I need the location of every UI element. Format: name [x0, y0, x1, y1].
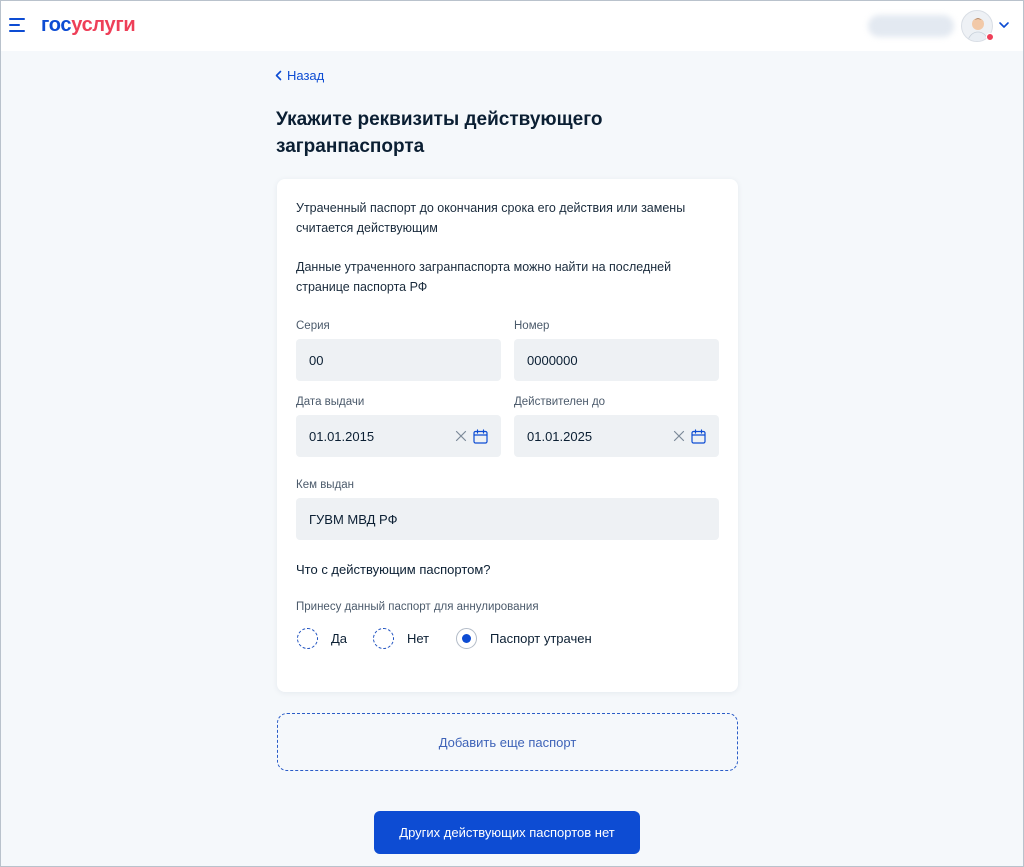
back-label: Назад: [287, 68, 325, 83]
radio-label: Паспорт утрачен: [490, 631, 592, 646]
radio-button[interactable]: [297, 628, 318, 649]
no-other-passports-button[interactable]: Других действующих паспортов нет: [374, 811, 640, 854]
number-input[interactable]: 0000000: [514, 339, 719, 381]
issued-by-label: Кем выдан: [296, 479, 355, 491]
chevron-down-icon[interactable]: [998, 20, 1010, 30]
back-link[interactable]: Назад: [275, 68, 324, 83]
series-label: Серия: [296, 320, 330, 332]
add-passport-button[interactable]: Добавить еще паспорт: [277, 713, 738, 771]
number-label: Номер: [514, 320, 550, 332]
page-title: Укажите реквизиты действующего загранпас…: [276, 109, 603, 157]
lost-passport-note: Утраченный паспорт до окончания срока ег…: [296, 201, 686, 235]
menu-icon[interactable]: [9, 18, 25, 32]
issued-by-input[interactable]: ГУВМ МВД РФ: [296, 498, 719, 540]
clear-icon[interactable]: [455, 430, 467, 442]
radio-label: Нет: [407, 631, 430, 646]
valid-until-label: Действителен до: [514, 396, 606, 408]
radio-option-lost[interactable]: Паспорт утрачен: [456, 628, 592, 649]
issue-date-value: 01.01.2015: [309, 428, 375, 444]
calendar-icon[interactable]: [691, 428, 706, 444]
radio-option-yes[interactable]: Да: [297, 628, 347, 649]
passport-data-hint: Данные утраченного загранпаспорта можно …: [296, 260, 672, 294]
valid-until-input[interactable]: 01.01.2025: [514, 415, 719, 457]
issue-date-label: Дата выдачи: [296, 396, 365, 408]
issued-by-value: ГУВМ МВД РФ: [309, 511, 398, 527]
calendar-icon[interactable]: [473, 428, 488, 444]
clear-icon[interactable]: [673, 430, 685, 442]
radio-option-no[interactable]: Нет: [373, 628, 429, 649]
notification-dot: [986, 33, 994, 41]
issue-date-input[interactable]: 01.01.2015: [296, 415, 501, 457]
radio-button[interactable]: [373, 628, 394, 649]
valid-until-value: 01.01.2025: [527, 428, 593, 444]
series-input[interactable]: 00: [296, 339, 501, 381]
gosuslugi-logo[interactable]: госуслуги: [41, 14, 136, 37]
radio-label: Да: [331, 631, 348, 646]
radio-button-selected[interactable]: [456, 628, 477, 649]
number-value: 0000000: [527, 352, 578, 368]
series-value: 00: [309, 352, 324, 368]
user-name-blurred[interactable]: [868, 15, 954, 37]
chevron-left-icon: [275, 70, 282, 81]
passport-status-subtitle: Принесу данный паспорт для аннулирования: [296, 601, 539, 613]
passport-status-question: Что с действующим паспортом?: [296, 562, 491, 577]
